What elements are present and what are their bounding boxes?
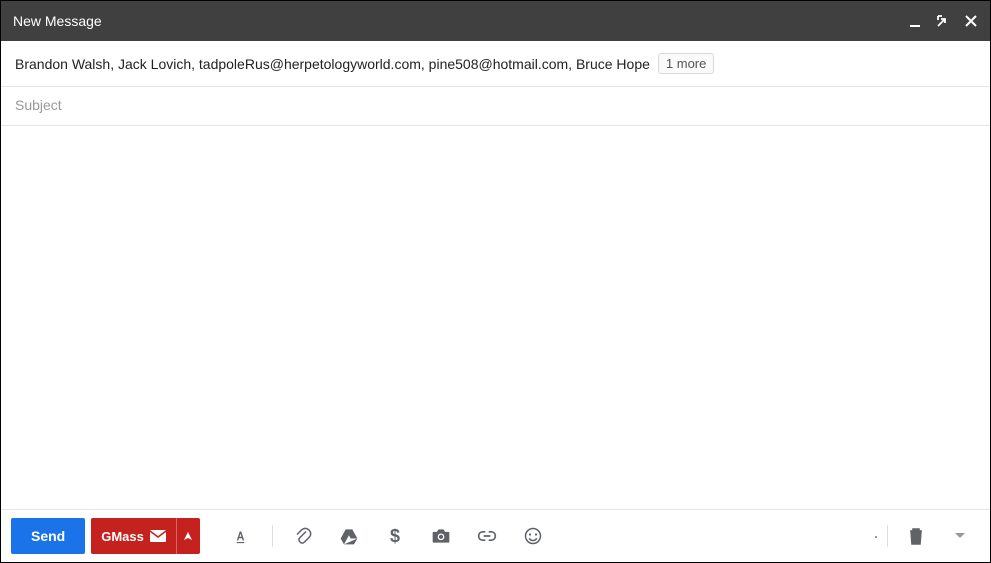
subject-input[interactable] — [15, 97, 976, 113]
drive-icon — [339, 527, 359, 545]
recipients-field[interactable]: Brandon Walsh, Jack Lovich, tadpoleRus@h… — [1, 41, 990, 87]
body-area[interactable] — [1, 126, 990, 509]
dollar-icon: $ — [389, 526, 401, 546]
popout-icon[interactable] — [936, 14, 950, 28]
trash-icon — [908, 527, 924, 545]
chevron-down-icon — [954, 532, 966, 540]
photo-button[interactable] — [421, 518, 461, 554]
drive-button[interactable] — [329, 518, 369, 554]
gmass-dropdown-button[interactable] — [176, 518, 200, 554]
minimize-icon[interactable] — [908, 14, 922, 28]
link-button[interactable] — [467, 518, 507, 554]
toolbar-divider — [272, 525, 273, 547]
gmass-envelope-icon — [150, 530, 166, 542]
compose-toolbar: Send GMass $ — [1, 509, 990, 562]
more-recipients-chip[interactable]: 1 more — [658, 53, 714, 74]
gmass-group: GMass — [91, 518, 200, 554]
gmass-label: GMass — [101, 529, 144, 544]
formatting-button[interactable] — [222, 518, 262, 554]
text-format-icon — [233, 527, 251, 545]
subject-row — [1, 87, 990, 126]
arrow-up-icon — [183, 531, 193, 541]
body-content[interactable] — [15, 136, 976, 509]
gmass-button[interactable]: GMass — [91, 518, 176, 554]
svg-text:$: $ — [390, 526, 400, 546]
money-button[interactable]: $ — [375, 518, 415, 554]
compose-header: New Message — [1, 1, 990, 41]
close-icon[interactable] — [964, 14, 978, 28]
overflow-dot[interactable]: · — [873, 526, 879, 547]
link-icon — [477, 530, 497, 542]
recipients-text: Brandon Walsh, Jack Lovich, tadpoleRus@h… — [15, 56, 650, 72]
window-controls — [908, 14, 978, 28]
send-button[interactable]: Send — [11, 518, 85, 554]
compose-title: New Message — [13, 13, 102, 29]
emoji-button[interactable] — [513, 518, 553, 554]
toolbar-divider-right — [887, 525, 888, 547]
emoji-icon — [524, 527, 542, 545]
more-options-button[interactable] — [940, 518, 980, 554]
paperclip-icon — [294, 527, 312, 545]
attach-button[interactable] — [283, 518, 323, 554]
camera-icon — [431, 527, 451, 545]
discard-button[interactable] — [896, 518, 936, 554]
right-toolbar: · — [873, 518, 980, 554]
compose-window: New Message Brandon Walsh, Jack Lovich, … — [0, 0, 991, 563]
